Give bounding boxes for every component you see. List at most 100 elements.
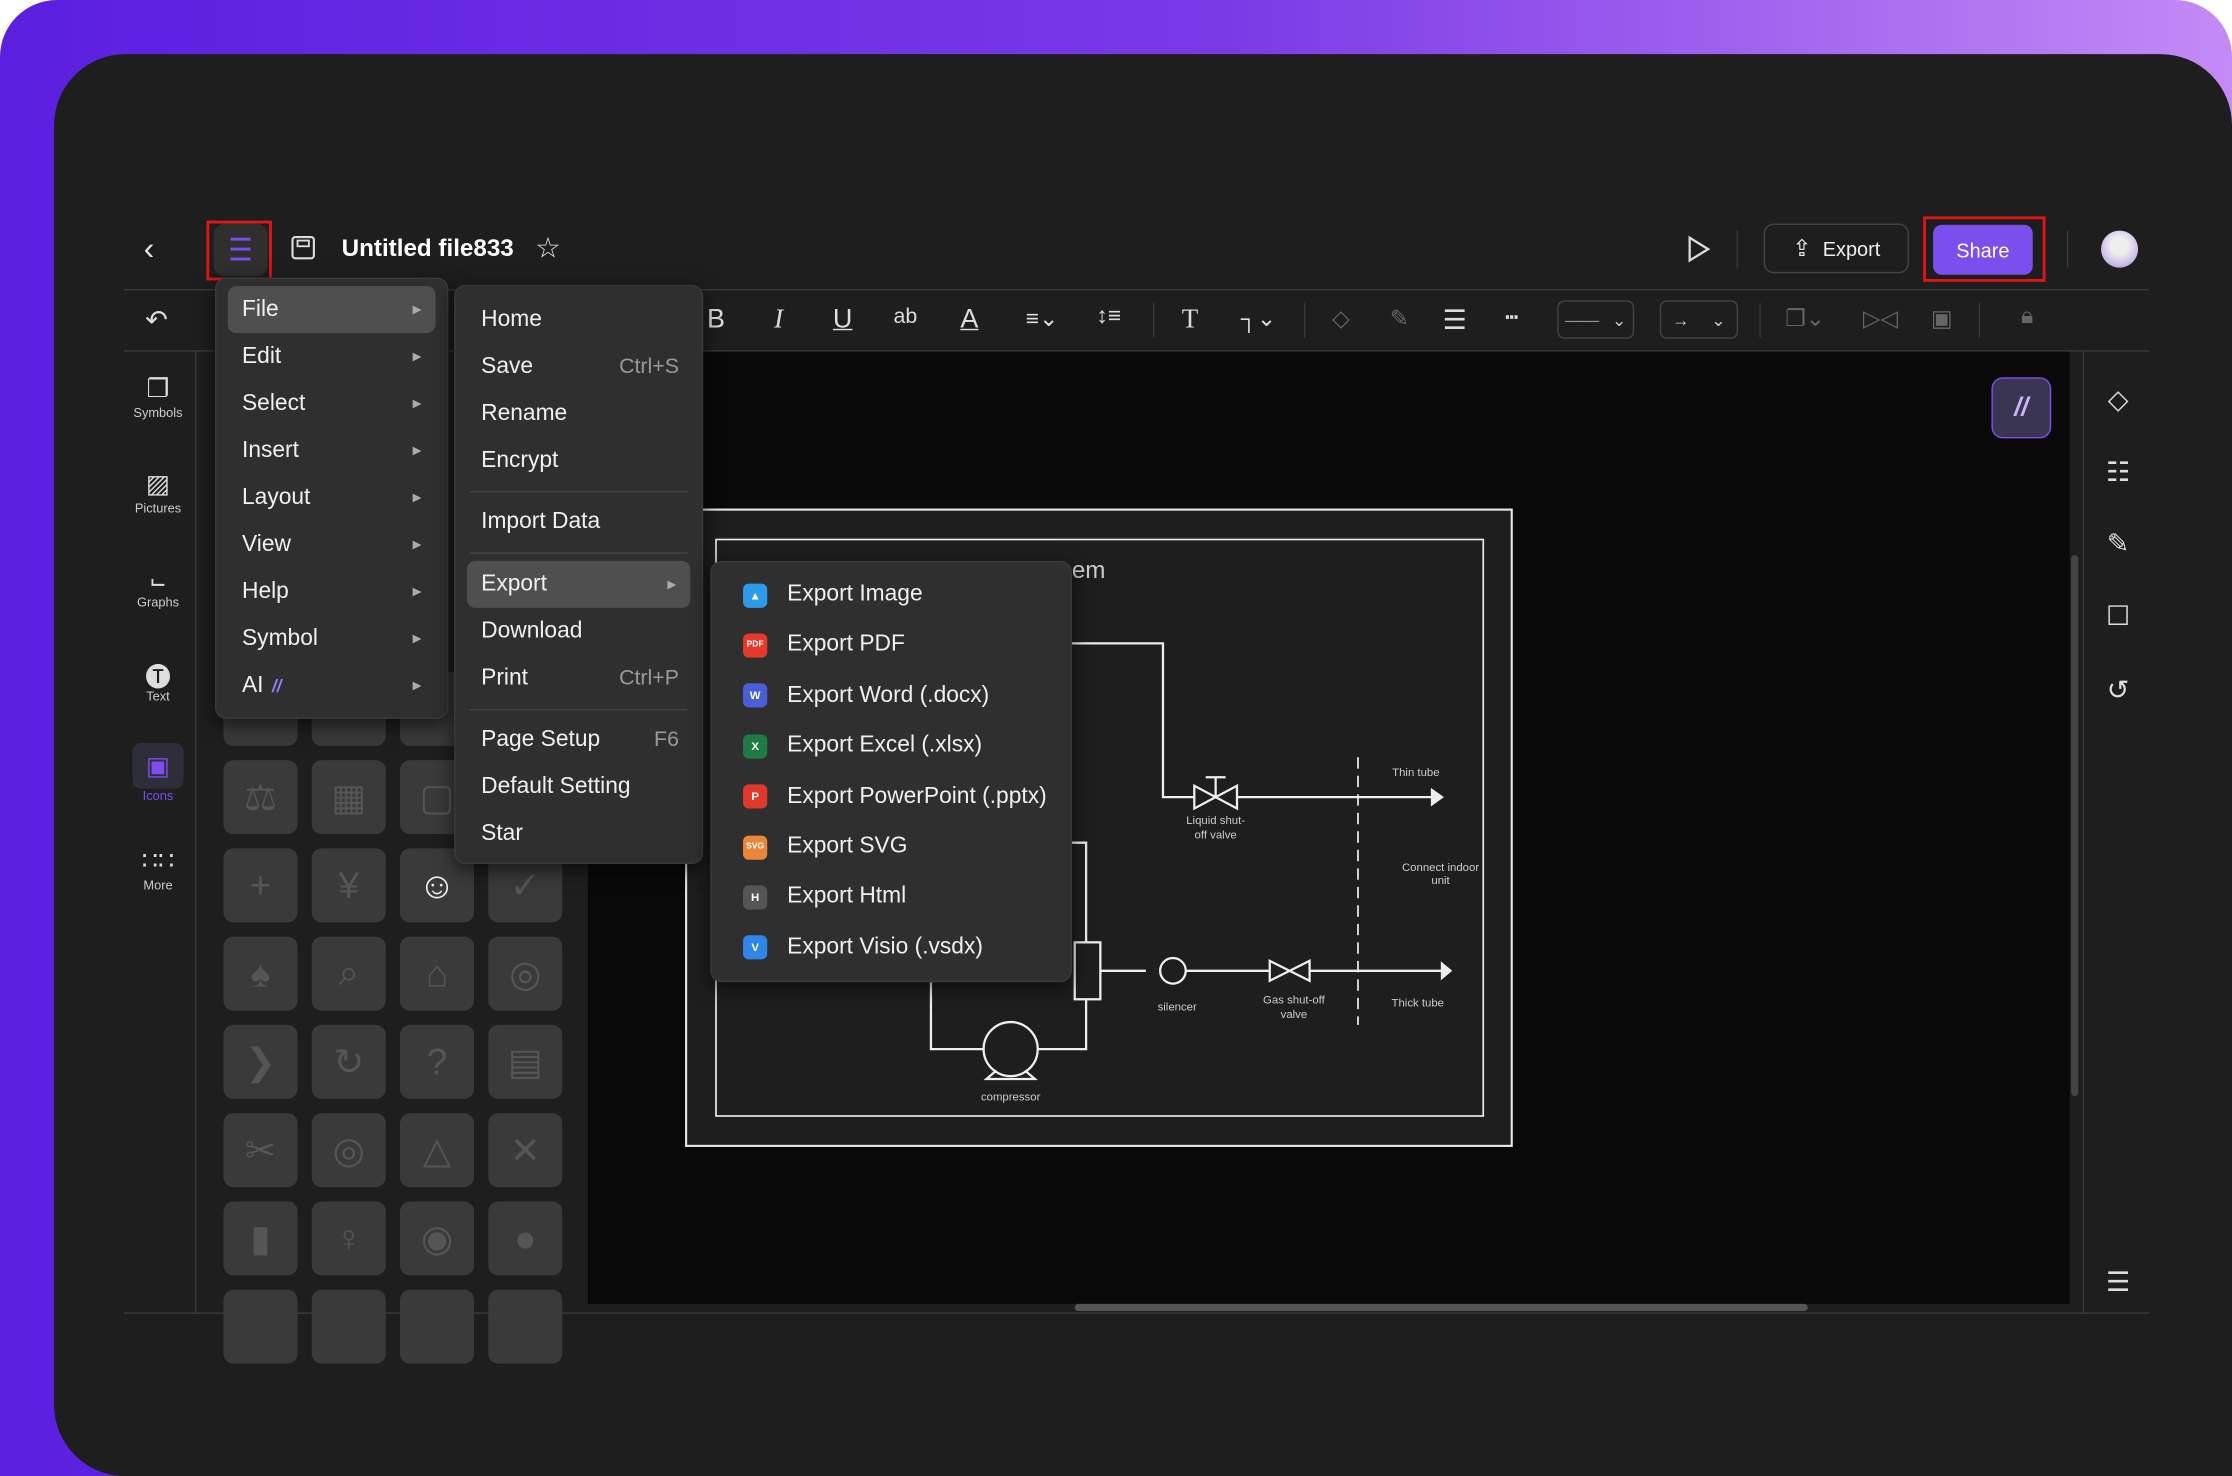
menu-item-label: Insert	[241, 437, 299, 462]
menu-item-label: File	[241, 296, 279, 321]
export-menu-item[interactable]: H Export Html	[723, 873, 1059, 921]
submenu-arrow-icon: ▶	[412, 350, 422, 363]
menu-item-view[interactable]: View ▶	[228, 521, 436, 568]
menu-item-label: Page Setup	[481, 726, 601, 751]
menu-item-label: Default Setting	[481, 773, 631, 798]
label-thick-tube: Thick tube	[1392, 997, 1444, 1009]
label-gas-valve: valve	[1281, 1009, 1308, 1021]
menu-item-label: Export PDF	[787, 632, 905, 657]
main-menu: File ▶ Edit ▶ Select ▶ Insert ▶ Layout ▶ View ▶ Help…	[214, 277, 449, 719]
menu-item-help[interactable]: Help ▶	[228, 568, 436, 615]
export-excel-xlsx-icon: X	[743, 734, 768, 759]
menu-item-select[interactable]: Select ▶	[228, 380, 436, 427]
label-liquid-valve: Liquid shut-	[1186, 815, 1245, 827]
export-word-docx-icon: W	[743, 683, 768, 708]
export-menu-item[interactable]: V Export Visio (.vsdx)	[723, 924, 1059, 972]
export-pdficon: PDF	[743, 633, 768, 658]
menu-item-label: Import Data	[481, 508, 601, 534]
menu-item-label: Home	[481, 306, 542, 331]
vertical-scrollbar[interactable]	[2071, 555, 2079, 1097]
menu-item-symbol[interactable]: Symbol ▶	[228, 615, 436, 662]
menu-item-edit[interactable]: Edit ▶	[228, 333, 436, 380]
menu-item-label: AI	[241, 672, 264, 697]
export-visio-vsdx-icon: V	[743, 935, 768, 960]
settings-list-icon[interactable]: ☰	[2101, 1267, 2135, 1300]
menu-item-label: Print	[481, 665, 528, 690]
menu-item-label: Export Visio (.vsdx)	[787, 934, 983, 960]
diagram: em Thin tube Liquid shut- off valve Conn…	[685, 508, 1513, 1147]
label-liquid-valve: off valve	[1195, 829, 1237, 841]
export-svgicon: SVG	[743, 834, 768, 860]
menu-divider	[469, 491, 688, 493]
export-menu-item[interactable]: W Export Word (.docx)	[723, 672, 1059, 720]
menu-item-layout[interactable]: Layout ▶	[228, 474, 436, 521]
submenu-arrow-icon: ▶	[667, 577, 677, 591]
ai-icon: //	[272, 675, 282, 696]
file-menu-item-rename[interactable]: Rename	[467, 390, 690, 437]
file-menu-item-default-setting[interactable]: Default Setting	[467, 763, 690, 810]
fill-style-icon[interactable]: ◇	[2101, 384, 2135, 417]
menu-item-label: Export Excel (.xlsx)	[787, 733, 983, 758]
menu-item-label: View	[241, 531, 291, 556]
file-menu-item-export[interactable]: Export ▶	[466, 560, 691, 608]
file-menu-item-home[interactable]: Home	[467, 296, 690, 343]
menu-item-label: Export	[481, 571, 547, 596]
submenu-arrow-icon: ▶	[412, 538, 422, 551]
submenu-arrow-icon: ▶	[412, 397, 422, 410]
file-menu-item-encrypt[interactable]: Encrypt	[467, 437, 690, 484]
export-menu-item[interactable]: PDF Export PDF	[723, 621, 1059, 669]
presentation-icon[interactable]: ☐	[2101, 601, 2135, 634]
format-icon[interactable]: ☷	[2101, 457, 2135, 490]
export-menu-item[interactable]: SVG Export SVG	[723, 823, 1059, 871]
menu-item-label: Encrypt	[481, 447, 559, 472]
export-powerpoint-pptx-icon: P	[743, 784, 768, 809]
submenu-arrow-icon: ▶	[412, 491, 422, 504]
menu-item-file[interactable]: File ▶	[227, 286, 436, 334]
submenu-arrow-icon: ▶	[412, 303, 422, 317]
menu-item-label: Download	[481, 618, 583, 643]
horizontal-scrollbar[interactable]	[1074, 1303, 1808, 1312]
label-gas-valve: Gas shut-off	[1263, 995, 1326, 1007]
file-submenu: Home Save Ctrl+S Rename Encrypt Import Data Ex…	[454, 284, 704, 865]
history-icon[interactable]: ↺	[2101, 675, 2135, 708]
file-menu-item-print[interactable]: Print Ctrl+P	[467, 655, 690, 702]
menu-item-label: Save	[481, 353, 534, 378]
shortcut-label: F6	[654, 727, 679, 752]
menu-item-label: Export PowerPoint (.pptx)	[787, 783, 1047, 808]
menu-divider	[469, 552, 688, 554]
brush-icon[interactable]: ✎	[2101, 528, 2135, 561]
file-menu-item-page-setup[interactable]: Page Setup F6	[467, 716, 690, 763]
label-indoor-unit: Connect indoor	[1402, 862, 1479, 874]
menu-item-insert[interactable]: Insert ▶	[228, 427, 436, 474]
diagram-title: em	[1072, 557, 1106, 584]
file-menu-item-star[interactable]: Star	[467, 810, 690, 857]
label-compressor: compressor	[981, 1091, 1041, 1103]
submenu-arrow-icon: ▶	[412, 678, 422, 692]
menu-item-label: Layout	[241, 484, 311, 509]
menu-item-label: Select	[241, 390, 306, 415]
label-silencer: silencer	[1158, 1002, 1197, 1014]
label-indoor-unit: unit	[1431, 875, 1450, 887]
menu-item-label: Help	[241, 578, 289, 603]
shortcut-label: Ctrl+S	[619, 354, 679, 379]
file-menu-item-save[interactable]: Save Ctrl+S	[467, 343, 690, 390]
export-menu-item[interactable]: P Export PowerPoint (.pptx)	[723, 772, 1059, 820]
file-menu-item-import-data[interactable]: Import Data	[467, 498, 690, 545]
menu-item-label: Rename	[481, 400, 568, 425]
file-menu-item-download[interactable]: Download	[467, 608, 690, 655]
menu-item-label: Star	[481, 820, 523, 845]
export-menu-item[interactable]: ▲ Export Image	[723, 571, 1059, 619]
menu-item-ai[interactable]: AI // ▶	[228, 662, 436, 709]
menu-divider	[469, 708, 688, 711]
menu-item-label: Export Word (.docx)	[787, 682, 990, 708]
menu-item-label: Symbol	[241, 625, 318, 650]
export-menu-item[interactable]: X Export Excel (.xlsx)	[723, 722, 1059, 770]
screen: ‹ Untitled file833 ☆ ⇪ Export Share ↶ B I…	[0, 0, 2232, 1476]
label-thin-tube: Thin tube	[1392, 767, 1439, 779]
shortcut-label: Ctrl+P	[619, 666, 679, 691]
submenu-arrow-icon: ▶	[412, 585, 422, 598]
menu-item-label: Edit	[241, 343, 282, 368]
submenu-arrow-icon: ▶	[412, 444, 422, 457]
submenu-arrow-icon: ▶	[412, 632, 422, 645]
menu-item-label: Export Image	[787, 582, 923, 607]
